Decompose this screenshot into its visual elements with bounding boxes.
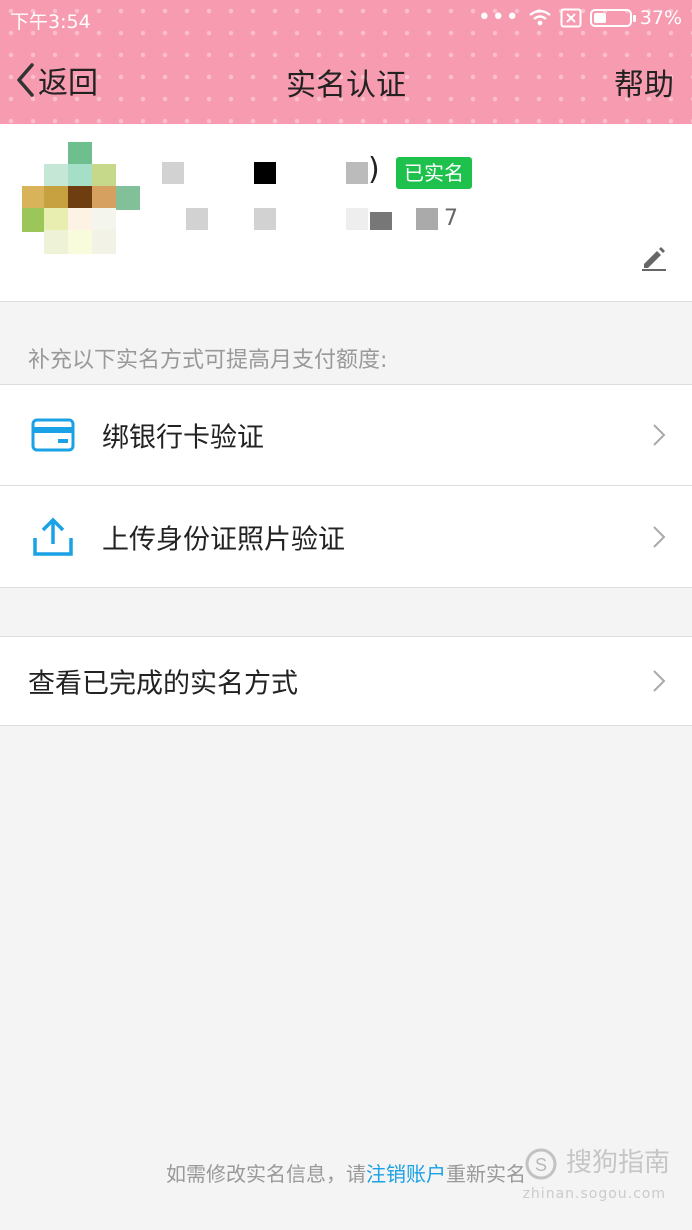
status-time: 下午3:54 xyxy=(10,11,91,33)
name-redaction xyxy=(346,162,368,184)
sim-card-icon xyxy=(560,8,582,28)
wifi-icon xyxy=(529,9,551,26)
id-redaction xyxy=(370,212,392,230)
deregister-account-link[interactable]: 注销账户 xyxy=(366,1162,446,1186)
more-dots-icon: ••• xyxy=(477,5,520,30)
profile-card: ) 已实名 7 xyxy=(0,124,692,302)
header: 下午3:54 ••• 37% 返回 实名认证 帮助 xyxy=(0,0,692,124)
edit-icon[interactable] xyxy=(640,244,668,272)
chevron-right-icon xyxy=(653,525,666,548)
watermark-url: zhinan.sogou.com xyxy=(522,1186,666,1202)
watermark: S 搜狗指南 xyxy=(524,1142,670,1181)
battery-percent: 37% xyxy=(639,7,682,29)
option-label: 上传身份证照片验证 xyxy=(102,524,345,555)
svg-text:S: S xyxy=(535,1155,547,1175)
battery-icon xyxy=(589,9,636,27)
upload-icon xyxy=(33,517,73,556)
watermark-text: 搜狗指南 xyxy=(565,1148,670,1178)
chevron-right-icon xyxy=(653,670,666,692)
status-bar: 下午3:54 ••• 37% xyxy=(0,0,692,36)
id-redaction xyxy=(186,208,208,230)
upload-id-option[interactable]: 上传身份证照片验证 xyxy=(0,486,692,588)
name-redaction xyxy=(254,162,276,184)
account-name: ) xyxy=(368,152,380,187)
help-button[interactable]: 帮助 xyxy=(614,60,674,104)
footer-prefix: 如需修改实名信息，请 xyxy=(166,1162,366,1186)
page-title: 实名认证 xyxy=(286,68,406,103)
bank-card-option[interactable]: 绑银行卡验证 xyxy=(0,384,692,486)
status-icons: ••• 37% xyxy=(477,5,682,30)
account-id: 7 xyxy=(444,206,458,231)
verified-badge: 已实名 xyxy=(396,157,472,189)
avatar[interactable] xyxy=(22,142,140,260)
footer-suffix: 重新实名 xyxy=(446,1162,526,1186)
id-redaction xyxy=(346,208,368,230)
view-completed-label: 查看已完成的实名方式 xyxy=(28,668,298,700)
id-redaction xyxy=(416,208,438,230)
sogou-logo-icon: S xyxy=(525,1148,557,1179)
view-completed-row[interactable]: 查看已完成的实名方式 xyxy=(0,636,692,726)
page: 下午3:54 ••• 37% 返回 实名认证 帮助) 已实名 7 补充以下实名… xyxy=(0,0,692,1230)
chevron-right-icon xyxy=(653,424,666,446)
option-label: 绑银行卡验证 xyxy=(102,422,264,454)
section-hint: 补充以下实名方式可提高月支付额度: xyxy=(28,348,388,373)
name-redaction xyxy=(162,162,184,184)
id-redaction xyxy=(254,208,276,230)
bank-card-icon xyxy=(31,418,75,452)
nav-bar: 返回 实名认证 帮助 xyxy=(0,36,692,124)
